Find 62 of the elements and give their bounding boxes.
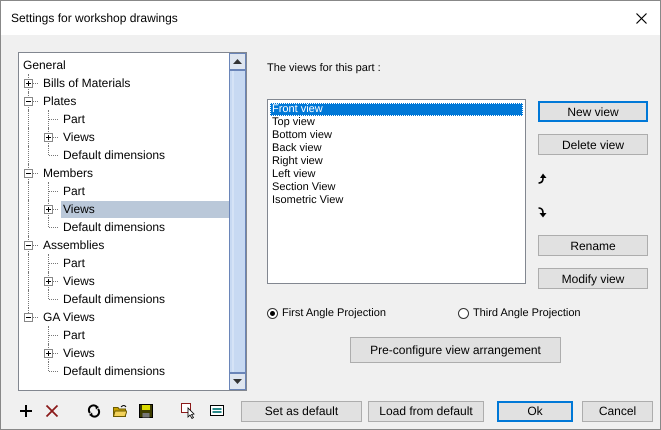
tree-item[interactable]: Views [61, 200, 229, 218]
tree-item[interactable]: Part [61, 254, 229, 272]
window-title: Settings for workshop drawings [11, 11, 179, 25]
tree-item[interactable]: Part [61, 326, 229, 344]
tree-item[interactable]: Plates [41, 92, 229, 110]
move-down-icon[interactable] [538, 206, 548, 218]
tree-item[interactable]: Views [61, 272, 229, 290]
radio-label[interactable]: Third Angle Projection [472, 307, 581, 319]
list-item[interactable]: Left view [270, 168, 523, 181]
collapse-icon[interactable] [24, 169, 33, 178]
list-item[interactable]: Section View [270, 181, 523, 194]
tree-item[interactable]: Assemblies [41, 236, 229, 254]
list-item[interactable]: Front view [270, 103, 523, 116]
tree-item[interactable]: GA Views [41, 308, 229, 326]
list-item[interactable]: Back view [270, 142, 523, 155]
collapse-icon[interactable] [24, 97, 33, 106]
list-item[interactable]: Isometric View [270, 194, 523, 207]
collapse-icon[interactable] [24, 313, 33, 322]
button[interactable]: Set as default [241, 400, 362, 422]
tree-item[interactable]: Default dimensions [61, 362, 229, 380]
expand-icon[interactable] [44, 277, 53, 286]
tree-item[interactable]: Bills of Materials [41, 74, 229, 92]
scrollbar[interactable] [229, 53, 246, 390]
add-icon[interactable] [19, 404, 33, 418]
views-list[interactable]: Front view Top view Bottom view Back view Right view Left view Section View Isometric View [267, 99, 526, 284]
button[interactable]: Ok [497, 400, 573, 422]
button[interactable]: Cancel [582, 400, 653, 422]
tree-item[interactable]: Default dimensions [61, 290, 229, 308]
expand-icon[interactable] [44, 349, 53, 358]
select-icon[interactable] [181, 403, 195, 419]
tree-item[interactable]: Part [61, 110, 229, 128]
save-icon[interactable] [139, 404, 153, 418]
move-up-icon[interactable] [538, 172, 548, 184]
tree-item[interactable]: Default dimensions [61, 146, 229, 164]
section-label: The views for this part : [267, 62, 382, 76]
radio-button[interactable] [267, 308, 278, 318]
tree-item[interactable]: Members [41, 164, 229, 182]
radio-button[interactable] [458, 308, 469, 318]
button[interactable]: Load from default [368, 400, 484, 422]
button[interactable]: New view [538, 101, 648, 122]
list-item[interactable]: Top view [270, 116, 523, 129]
window-icon[interactable] [210, 404, 224, 418]
button[interactable]: Modify view [538, 268, 648, 289]
expand-icon[interactable] [44, 133, 53, 142]
folder-icon[interactable] [113, 404, 127, 418]
tree-item[interactable]: Default dimensions [61, 218, 229, 236]
expand-icon[interactable] [44, 205, 53, 214]
collapse-icon[interactable] [24, 241, 33, 250]
delete-icon[interactable] [45, 404, 59, 418]
button[interactable]: Rename [538, 235, 648, 256]
tree-item[interactable]: Views [61, 128, 229, 146]
close-icon[interactable] [636, 12, 647, 24]
tree-item[interactable]: General [21, 56, 229, 74]
list-item[interactable]: Right view [270, 155, 523, 168]
tree-item[interactable]: Views [61, 344, 229, 362]
preconfigure-button[interactable]: Pre-configure view arrangement [350, 337, 561, 363]
refresh-icon[interactable] [87, 404, 101, 418]
expand-icon[interactable] [24, 79, 33, 88]
list-item[interactable]: Bottom view [270, 129, 523, 142]
button[interactable]: Delete view [538, 134, 648, 155]
tree-item[interactable]: Part [61, 182, 229, 200]
radio-label[interactable]: First Angle Projection [282, 307, 386, 319]
